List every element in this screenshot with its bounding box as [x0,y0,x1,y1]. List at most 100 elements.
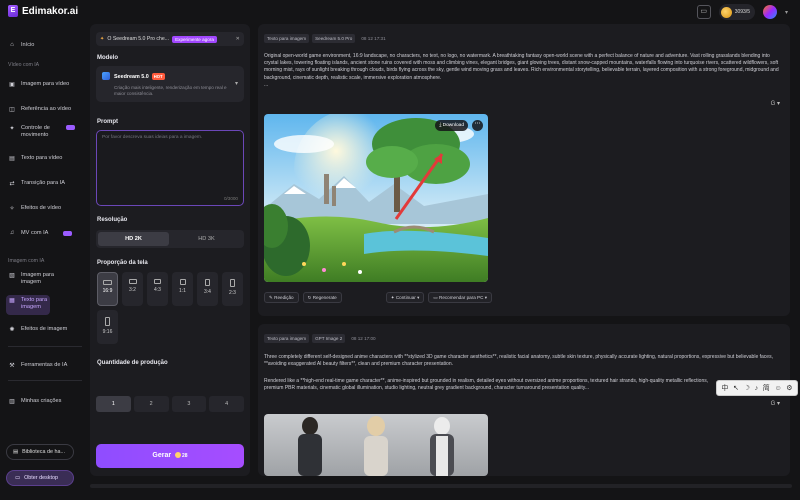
regenerate-button[interactable]: ↻ Regenerate [302,292,342,303]
model-selector[interactable]: Seedream 5.0 HOT Criação mais inteligent… [96,66,244,102]
sidebar-item-reference-video[interactable]: ◫ Referência ao vídeo [8,102,84,116]
music-icon[interactable]: ♪ [755,385,759,392]
ratio-shape-icon [105,317,110,326]
generated-image[interactable] [264,414,488,476]
get-desktop-button[interactable]: ▭ Obter desktop [6,470,74,486]
logo[interactable]: E Edimakor.ai [8,5,78,17]
sidebar-item-image-to-image[interactable]: ▧ Imagem para imagem [8,272,84,290]
generated-image[interactable]: ⤓ Download ⋯ [264,114,488,282]
divider [8,380,82,381]
library-button-label: Biblioteca de ha... [22,449,65,455]
recommend-pc-button[interactable]: ▭ Recomendar para PC ▾ [428,292,493,303]
generate-button[interactable]: Gerar 28 [96,444,244,468]
promo-banner[interactable]: ✦ O Seedream 5.0 Pro che... Experimente … [96,32,244,46]
quantity-option-4[interactable]: 4 [209,396,244,412]
ratio-label: Proporção da tela [97,260,148,266]
resolution-option-3k[interactable]: HD 3K [171,232,242,246]
sidebar-item-text-to-video[interactable]: ▤ Texto para vídeo [8,151,84,165]
sidebar-item-motion-control[interactable]: ✦ Controle de movimento [8,125,84,145]
continue-label: Continuar [395,295,416,300]
ratio-option-3-4[interactable]: 3:4 [197,272,218,306]
quantity-option-3[interactable]: 3 [171,396,207,412]
ratio-option-4-3[interactable]: 4:3 [147,272,168,306]
reedit-button[interactable]: ✎ Reedição [264,292,299,303]
moon-icon[interactable]: ☽ [744,384,750,392]
translate-icon[interactable]: G ▾ [771,100,780,107]
ratio-option-3-2[interactable]: 3:2 [122,272,143,306]
continue-button[interactable]: ✦ Continuar ▾ [385,292,425,303]
result-tags: Texto para imagem GPT Image 2 08 12 17:0… [264,334,376,343]
edit-icon: ✎ [269,295,273,300]
sidebar: ⌂ Início Vídeo com IA ▣ Imagem para víde… [0,24,88,500]
chevron-down-icon: ▾ [234,81,238,87]
section-image-title: Imagem com IA [8,258,45,264]
result-actions: ✎ Reedição ↻ Regenerate ✦ Continuar ▾ ▭ … [264,292,493,303]
sidebar-item-image-to-video[interactable]: ▣ Imagem para vídeo [8,77,84,91]
translate-icon[interactable]: G ▾ [771,400,780,407]
gear-icon[interactable]: ⚙ [786,384,792,392]
avatar[interactable] [762,5,777,19]
sparkle-icon: ✦ [390,295,395,300]
sidebar-item-image-effects[interactable]: ✺ Efeitos de imagem [8,322,84,336]
transition-icon: ⇄ [9,180,15,187]
prompt-input[interactable]: Por favor descreva suas ideias para a im… [96,130,244,206]
resolution-option-2k[interactable]: HD 2K [98,232,169,246]
section-video-title: Vídeo com IA [8,62,40,68]
sidebar-item-ai-mv[interactable]: ♫ MV com IA [8,226,84,240]
sidebar-item-label: Imagem para imagem [21,272,54,285]
ratio-option-1-1[interactable]: 1:1 [172,272,193,306]
sidebar-item-label: Referência ao vídeo [21,106,72,112]
ratio-option-9-16[interactable]: 9:16 [97,310,118,344]
image-effects-icon: ✺ [9,326,15,333]
recommend-label: Recomendar para PC [439,295,484,300]
library-button[interactable]: ▤ Biblioteca de ha... [6,444,74,460]
image-icon: ▣ [9,81,15,88]
credits-display[interactable]: 3093/5 [718,4,755,20]
sidebar-item-label: Transição para IA [21,180,65,186]
sidebar-item-my-creations[interactable]: ▥ Minhas criações [8,394,84,408]
more-options-button[interactable]: ⋯ [472,120,483,131]
logo-icon: E [8,5,18,17]
ratio-option-16-9[interactable]: 16:9 [97,272,118,306]
sidebar-item-ai-transition[interactable]: ⇄ Transição para IA [8,176,84,190]
sidebar-item-text-to-image[interactable]: ▦ Texto para imagem [6,295,50,315]
reference-icon: ◫ [9,106,15,113]
close-icon[interactable]: ✕ [236,36,240,42]
new-badge [66,125,75,130]
app-name: Edimakor.ai [22,5,79,17]
sidebar-item-label: Início [21,42,35,48]
model-name-row: Seedream 5.0 HOT [114,73,165,80]
sidebar-item-label: Efeitos de imagem [21,326,68,332]
emoji-icon[interactable]: ☺ [774,385,781,392]
model-name: Seedream 5.0 [114,73,149,80]
result-prompt-text: Original open-world game environment, 16… [264,53,784,89]
chevron-down-icon[interactable]: ▾ [785,9,788,16]
quantity-option-1[interactable]: 1 [96,396,131,412]
regenerate-label: Regenerate [312,295,337,300]
sidebar-item-home[interactable]: ⌂ Início [8,38,84,52]
ime-simplified[interactable]: 简 [763,383,770,393]
motion-icon: ✦ [9,126,15,132]
download-button[interactable]: ⤓ Download [435,120,468,131]
quantity-option-2[interactable]: 2 [133,396,169,412]
quantity-selector: 1 2 3 4 [96,396,244,412]
monitor-icon[interactable]: ▭ [696,5,711,19]
ratio-shape-icon [128,279,137,284]
sidebar-item-video-effects[interactable]: ✧ Efeitos de vídeo [8,201,84,215]
cursor-icon[interactable]: ↖ [733,384,739,392]
ratio-shape-icon [154,279,161,284]
coin-icon [175,452,182,459]
top-bar-actions: ▭ 3093/5 ▾ [696,4,788,20]
horizontal-scrollbar[interactable] [90,484,792,488]
ratio-shape-icon [179,279,186,285]
ratio-shape-icon [205,279,210,286]
reedit-label: Reedição [274,295,294,300]
result-card: Texto para imagem GPT Image 2 08 12 17:0… [258,324,790,476]
prompt-placeholder: Por favor descreva suas ideias para a im… [102,135,203,140]
ratio-option-2-3[interactable]: 2:3 [222,272,243,306]
try-now-badge[interactable]: Experimente agora [172,35,217,43]
sidebar-item-ai-tools[interactable]: ⚒ Ferramentas de IA [8,358,84,372]
prompt-text: Original open-world game environment, 16… [264,53,779,81]
sidebar-item-label: Ferramentas de IA [21,362,68,368]
ime-chinese-mode[interactable]: 中 [721,383,728,393]
